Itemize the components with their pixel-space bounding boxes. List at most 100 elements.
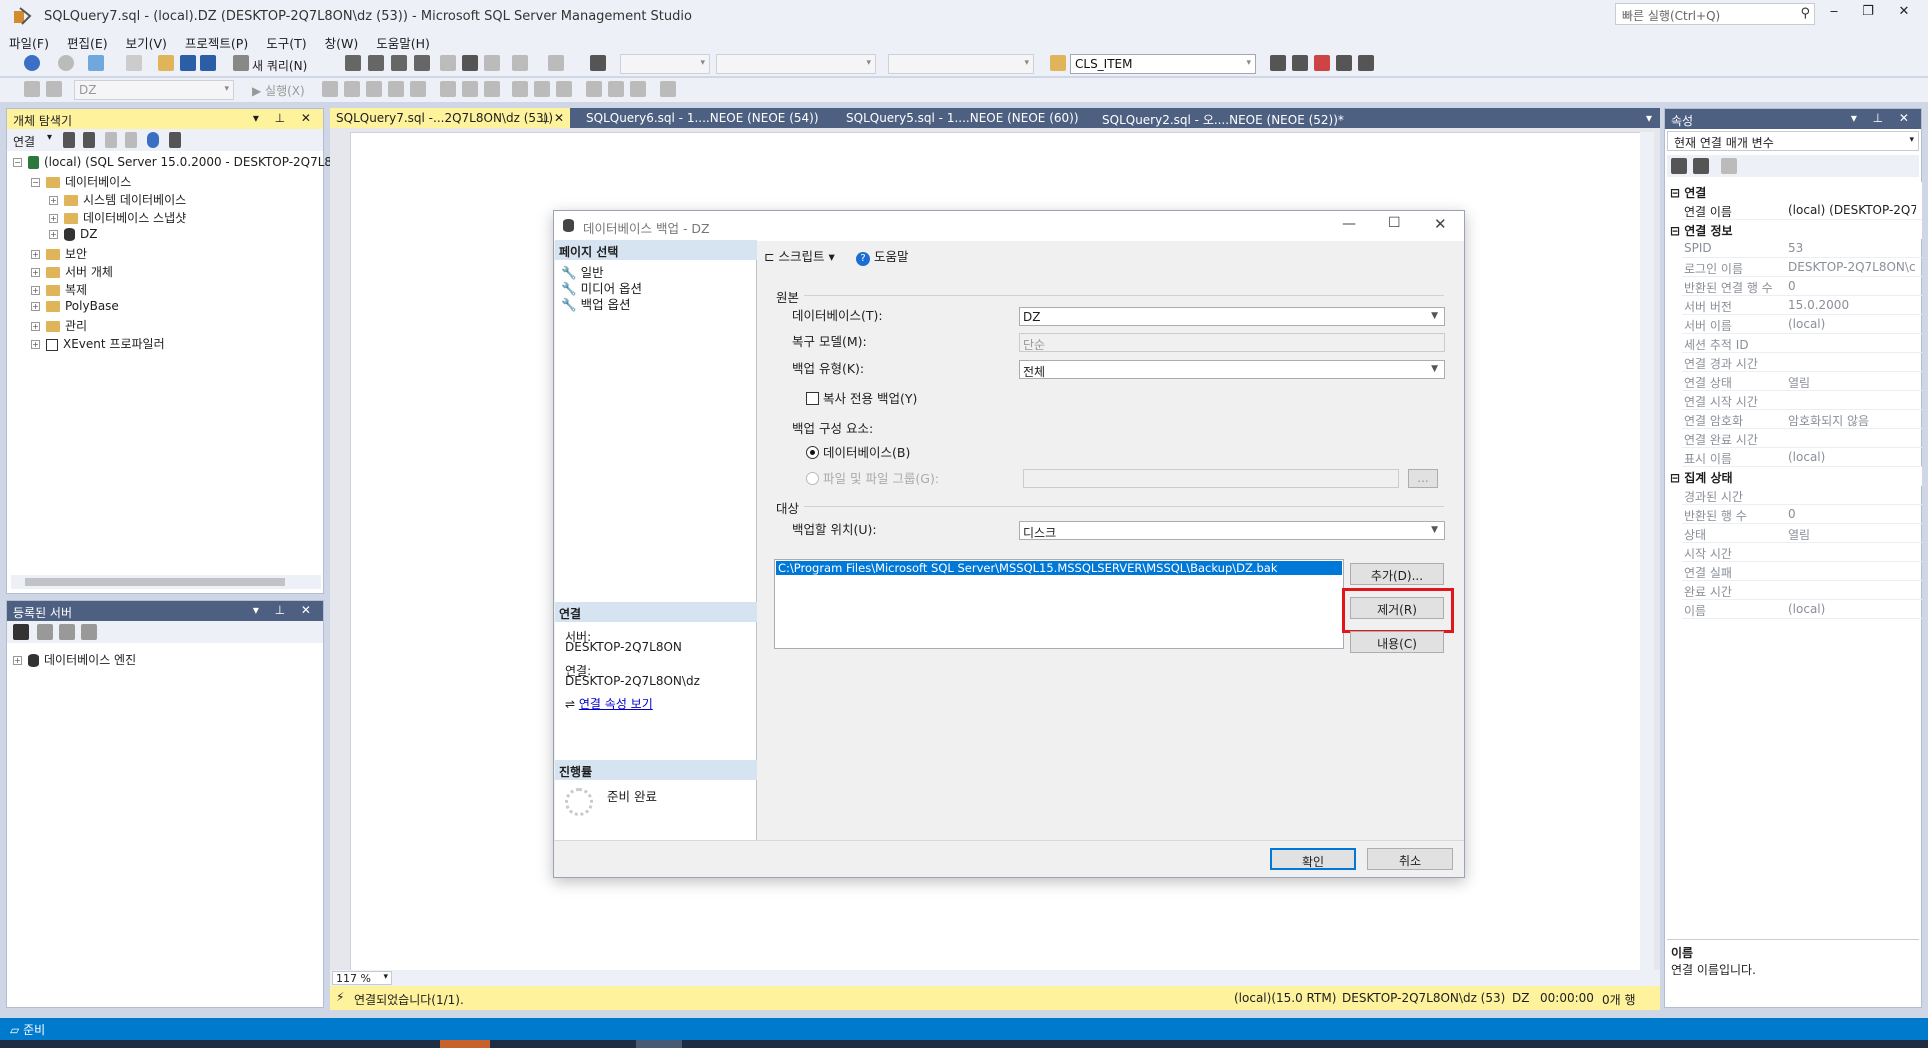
dialog-close-icon[interactable]: ✕ (1434, 215, 1447, 233)
dialog-minimize-icon[interactable]: — (1342, 216, 1356, 232)
menu-tools[interactable]: 도구(T) (257, 32, 315, 53)
property-pages-icon[interactable] (1721, 158, 1737, 174)
prop-row[interactable]: 연결 시작 시간 (1682, 391, 1922, 410)
close-icon[interactable]: ✕ (1892, 4, 1916, 24)
forward-icon[interactable] (58, 55, 74, 71)
back-icon[interactable] (24, 55, 40, 71)
query-options-icon[interactable] (410, 81, 426, 97)
tab-sqlquery7[interactable]: SQLQuery7.sql -...2Q7L8ON\dz (53)) ⊥ ✕ (330, 108, 570, 128)
database-combo[interactable]: DZ ▾ (74, 80, 234, 100)
tree-node-database-snapshots[interactable]: + 데이터베이스 스냅샷 (49, 209, 186, 227)
ok-button[interactable]: 확인 (1270, 848, 1356, 870)
tab-overflow-icon[interactable]: ▾ (1640, 108, 1658, 128)
help-button[interactable]: ? 도움말 (856, 246, 909, 266)
execute-button[interactable]: ▶ 실행(X) (252, 82, 305, 99)
intellisense-icon[interactable] (388, 81, 404, 97)
database-select[interactable]: DZ ▼ (1019, 307, 1445, 326)
prop-row[interactable]: 경과된 시간 (1682, 486, 1922, 505)
tree-node-databases[interactable]: − 데이터베이스 (31, 173, 131, 191)
zoom-combo[interactable]: 117 % ▾ (332, 971, 392, 985)
panel-pin-close-icon[interactable]: ▾ ⊥ ✕ (1851, 111, 1915, 125)
wrench-icon[interactable] (1292, 55, 1308, 71)
tree-node-polybase[interactable]: + PolyBase (31, 299, 119, 317)
prop-row[interactable]: 서버 버전 15.0.2000 (1682, 296, 1922, 315)
files-browse-button[interactable]: ... (1408, 469, 1438, 488)
prop-category-aggregate[interactable]: ⊟ 집계 상태 (1666, 467, 1922, 486)
save-all-icon[interactable] (200, 55, 216, 71)
prop-row[interactable]: 연결 암호화 암호화되지 않음 (1682, 410, 1922, 429)
copy-icon[interactable] (462, 55, 478, 71)
menu-window[interactable]: 창(W) (316, 32, 368, 53)
prop-row[interactable]: 반환된 행 수 0 (1682, 505, 1922, 524)
view-connection-properties-link[interactable]: ⇌ 연결 속성 보기 (565, 695, 653, 712)
comment-icon[interactable] (586, 81, 602, 97)
script-button[interactable]: ⊏ 스크립트 ▾ (764, 246, 835, 265)
categorized-icon[interactable] (1671, 158, 1687, 174)
prop-row[interactable]: 연결 상태 열림 (1682, 372, 1922, 391)
find-in-files-icon[interactable] (1050, 55, 1066, 71)
backup-type-select[interactable]: 전체 ▼ (1019, 360, 1445, 379)
results-to-text-icon[interactable] (440, 81, 456, 97)
add-button[interactable]: 추가(D)... (1350, 563, 1444, 585)
tab-close-icon[interactable]: ⊥ ✕ (540, 111, 564, 125)
dmx-query-icon[interactable] (368, 55, 384, 71)
prop-category-connection[interactable]: ⊟ 연결 (1666, 182, 1922, 201)
paste-icon[interactable] (484, 55, 500, 71)
tree-node-system-databases[interactable]: + 시스템 데이터베이스 (49, 191, 186, 209)
page-backup-options[interactable]: 🔧 백업 옵션 (561, 294, 631, 313)
refresh-icon[interactable] (147, 132, 159, 148)
tab-sqlquery2[interactable]: SQLQuery2.sql - 오....NEOE (NEOE (52))* (1096, 108, 1350, 128)
disconnect-icon[interactable] (83, 132, 95, 148)
menu-file[interactable]: 파일(F) (0, 32, 58, 53)
prop-category-info[interactable]: ⊟ 연결 정보 (1666, 220, 1922, 239)
menu-project[interactable]: 프로젝트(P) (176, 32, 257, 53)
quick-launch-input[interactable]: 빠른 실행(Ctrl+Q) ⚲ (1615, 3, 1815, 25)
new-query-button[interactable]: 새 쿼리(N) (252, 57, 307, 74)
properties-object-combo[interactable]: 현재 연결 매개 변수 ▾ (1667, 131, 1919, 151)
backup-to-select[interactable]: 디스크 ▼ (1019, 521, 1445, 540)
panel-pin-close-icon[interactable]: ▾ ⊥ ✕ (253, 111, 317, 125)
window-layout-icon[interactable] (1358, 55, 1374, 71)
analysis-services-icon[interactable] (37, 624, 53, 640)
dialog-maximize-icon[interactable]: ☐ (1388, 215, 1401, 231)
solution-platform-combo[interactable]: ▾ (716, 54, 876, 74)
add-item-icon[interactable] (126, 55, 142, 71)
results-to-file-icon[interactable] (484, 81, 500, 97)
tree-node-server[interactable]: − (local) (SQL Server 15.0.2000 - DESKTOP… (13, 155, 342, 173)
open-file-icon[interactable] (158, 55, 174, 71)
menu-view[interactable]: 보기(V) (117, 32, 176, 53)
find-text-combo[interactable]: CLS_ITEM ▾ (1070, 54, 1256, 74)
prop-row[interactable]: 연결 완료 시간 (1682, 429, 1922, 448)
filter-icon[interactable] (125, 132, 137, 148)
prop-row[interactable]: 표시 이름 (local) (1682, 448, 1922, 467)
menu-help[interactable]: 도움말(H) (367, 32, 439, 53)
connect-icon[interactable] (63, 132, 75, 148)
find-combo[interactable]: ▾ (888, 54, 1034, 74)
reporting-services-icon[interactable] (59, 624, 75, 640)
specify-values-icon[interactable] (660, 81, 676, 97)
xmla-query-icon[interactable] (391, 55, 407, 71)
tree-node-replication[interactable]: + 복제 (31, 281, 87, 299)
restore-icon[interactable]: ❐ (1856, 4, 1880, 24)
solution-config-combo[interactable]: ▾ (620, 54, 710, 74)
client-stats-icon[interactable] (534, 81, 550, 97)
save-icon[interactable] (180, 55, 196, 71)
new-project-icon[interactable] (88, 55, 104, 71)
component-files-radio[interactable]: 파일 및 파일 그룹(G): (806, 468, 939, 487)
prop-row[interactable]: 서버 이름 (local) (1682, 315, 1922, 334)
tree-node-xevent-profiler[interactable]: + XEvent 프로파일러 (31, 335, 165, 353)
panel-pin-close-icon[interactable]: ▾ ⊥ ✕ (253, 603, 317, 617)
change-connection-icon[interactable] (46, 81, 62, 97)
component-database-radio[interactable]: 데이터베이스(B) (806, 442, 910, 461)
alphabetical-icon[interactable] (1693, 158, 1709, 174)
tree-node-server-objects[interactable]: + 서버 개체 (31, 263, 113, 281)
copy-only-checkbox[interactable]: 복사 전용 백업(Y) (806, 388, 917, 407)
new-query-icon[interactable] (233, 55, 249, 71)
prop-row[interactable]: 세션 추적 ID (1682, 334, 1922, 353)
horizontal-scrollbar[interactable] (11, 575, 321, 589)
integration-services-icon[interactable] (81, 624, 97, 640)
prop-row[interactable]: 연결 실패 (1682, 562, 1922, 581)
uncomment-icon[interactable] (608, 81, 624, 97)
prop-row[interactable]: 반환된 연결 행 수 0 (1682, 277, 1922, 296)
connect-dropdown[interactable]: 연결 (13, 133, 35, 150)
